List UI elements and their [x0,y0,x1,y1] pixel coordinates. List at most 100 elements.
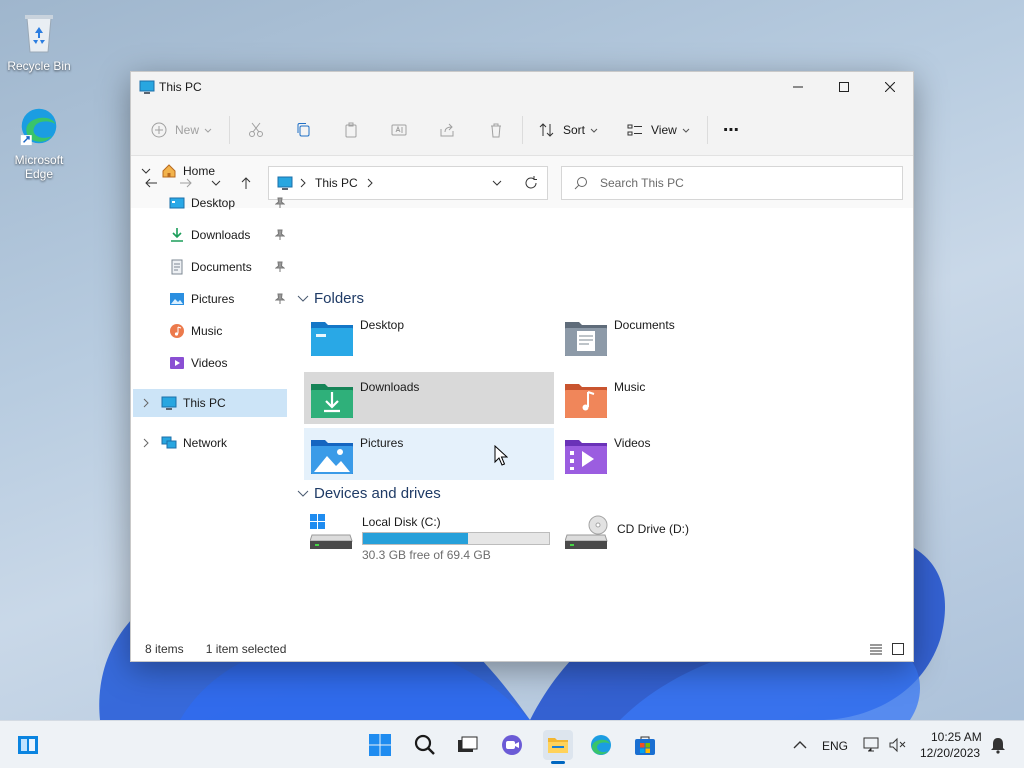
close-button[interactable] [867,72,913,102]
rename-button[interactable] [391,118,407,142]
desktop-folder-icon [311,322,353,356]
command-bar: New Sort View ⋯ [131,102,913,156]
chevron-down-icon [590,128,598,133]
copy-button[interactable] [296,118,312,142]
sidebar-item-music[interactable]: Music [133,317,287,345]
active-indicator [551,761,565,764]
new-button[interactable]: New [151,118,213,142]
sidebar-item-videos[interactable]: Videos [133,349,287,377]
chevron-right-icon [300,178,306,188]
folder-tile-documents[interactable]: Documents [558,310,808,362]
videos-icon [169,355,185,371]
volume-tray-button[interactable] [884,731,912,759]
refresh-icon[interactable] [524,176,538,190]
desktop-icon-recycle-bin[interactable]: Recycle Bin [3,10,75,73]
chevron-right-icon[interactable] [141,398,151,408]
more-icon: ⋯ [723,122,739,139]
sidebar-item-desktop[interactable]: Desktop [133,189,287,217]
search-taskbar-button[interactable] [411,731,439,759]
sidebar-item-label: Videos [191,356,228,370]
section-title: Devices and drives [314,485,441,502]
devices-section-header[interactable]: Devices and drives [297,485,441,502]
details-view-icon[interactable] [869,642,883,656]
desktop-icon-edge[interactable]: Microsoft Edge [3,104,75,181]
folder-label: Videos [614,436,651,450]
store-taskbar-button[interactable] [631,731,659,759]
tiles-view-icon[interactable] [891,642,905,656]
notifications-button[interactable] [984,731,1012,759]
downloads-folder-icon [311,384,353,418]
input-language[interactable]: ENG [822,739,848,753]
minimize-button[interactable] [775,72,821,102]
folder-tile-music[interactable]: Music [558,372,808,424]
folder-label: Downloads [360,380,420,394]
network-icon [863,737,879,752]
drive-tile-c[interactable]: Local Disk (C:) 30.3 GB free of 69.4 GB [310,513,550,562]
widgets-button[interactable] [14,731,42,759]
chevron-down-icon [204,128,212,133]
chevron-down-icon [297,490,309,497]
chevron-down-icon[interactable] [491,177,503,189]
folder-label: Music [614,380,646,394]
drive-usage-bar [362,532,550,545]
edge-icon [591,735,611,755]
documents-folder-icon [565,322,607,356]
sidebar-item-downloads[interactable]: Downloads [133,221,287,249]
file-explorer-taskbar-button[interactable] [543,730,573,764]
maximize-button[interactable] [821,72,867,102]
breadcrumb-this-pc[interactable]: This PC [315,176,358,190]
sort-button[interactable]: Sort [539,118,599,142]
folder-tile-downloads[interactable]: Downloads [304,372,554,424]
sidebar-item-label: Network [183,436,228,450]
cut-button[interactable] [248,118,264,142]
paste-icon [345,122,357,138]
folder-tile-desktop[interactable]: Desktop [304,310,554,362]
sidebar-item-this-pc[interactable]: This PC [133,389,287,417]
taskbar: ENG 10:25 AM 12/20/2023 [0,720,1024,768]
network-tray-button[interactable] [858,731,886,759]
search-icon [574,177,587,190]
desktop-folder-icon [169,195,185,211]
edge-taskbar-button[interactable] [587,731,615,759]
sidebar-item-label: Music [191,324,223,338]
clock-date[interactable]: 12/20/2023 [920,746,980,760]
title-bar[interactable]: This PC [131,72,913,102]
show-hidden-icons-button[interactable] [786,731,814,759]
sidebar-item-documents[interactable]: Documents [133,253,287,281]
folder-tile-videos[interactable]: Videos [558,428,808,480]
view-button[interactable]: View [627,118,691,142]
status-bar: 8 items 1 item selected [131,636,913,662]
volume-muted-icon [889,737,906,753]
sidebar-item-network[interactable]: Network [133,429,287,457]
maximize-icon [839,82,849,92]
paste-button[interactable] [343,118,359,142]
sort-icon [539,123,554,137]
chevron-right-icon[interactable] [141,438,151,448]
sidebar-item-home[interactable]: Home [133,157,287,185]
search-input[interactable] [600,176,880,190]
search-box[interactable] [561,166,903,200]
folders-section-header[interactable]: Folders [297,290,364,307]
notification-bell-icon [991,738,1005,754]
sidebar-item-pictures[interactable]: Pictures [133,285,287,313]
task-view-button[interactable] [453,731,481,759]
hard-disk-icon [310,514,353,549]
drive-tile-d[interactable]: CD Drive (D:) [565,513,689,551]
cd-drive-icon [565,515,608,549]
store-icon [635,736,655,755]
clock-time[interactable]: 10:25 AM [931,730,982,744]
chat-button[interactable] [498,731,526,759]
content-pane: Folders Desktop Documents Downloads Music Pic… [291,208,913,636]
music-icon [169,323,185,339]
folder-tile-pictures[interactable]: Pictures [304,428,554,480]
address-box[interactable]: This PC [268,166,548,200]
pin-icon [275,229,285,240]
start-button[interactable] [366,731,394,759]
pictures-folder-icon [311,440,353,474]
desktop-icon-label: Microsoft Edge [14,153,64,181]
share-button[interactable] [439,118,455,142]
more-options-button[interactable]: ⋯ [723,118,739,142]
pin-icon [275,293,285,304]
delete-button[interactable] [488,118,504,142]
chevron-down-icon[interactable] [141,166,151,176]
